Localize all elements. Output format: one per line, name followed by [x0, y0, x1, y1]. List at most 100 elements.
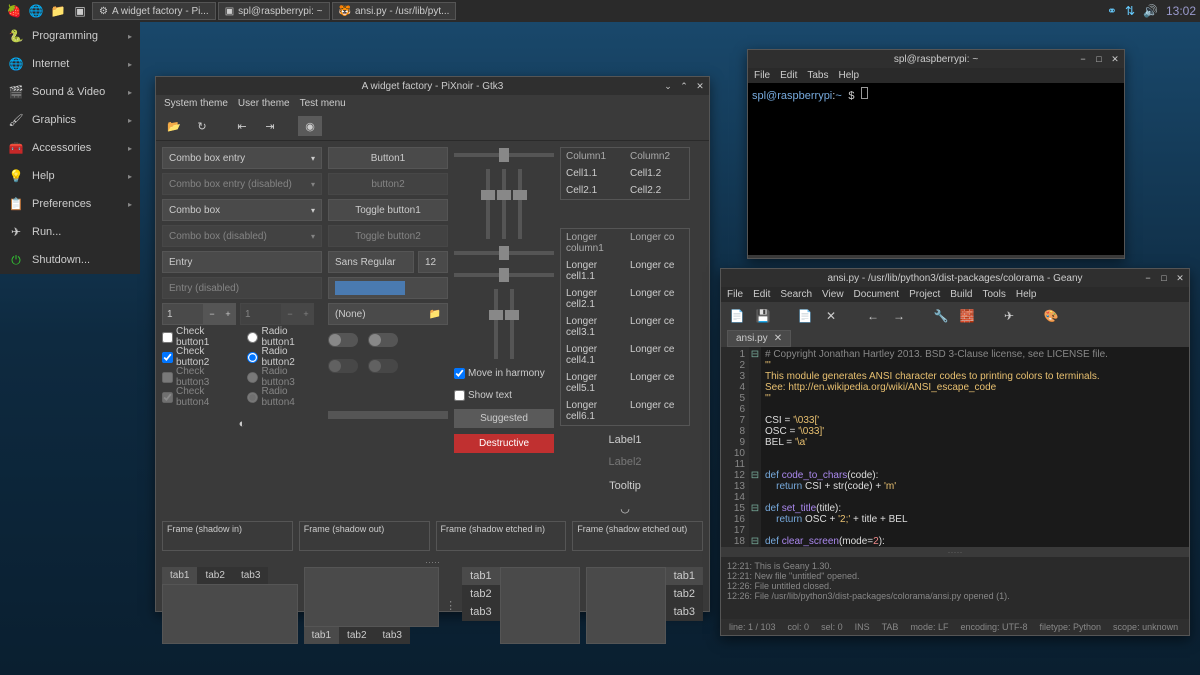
toggle-tool-button[interactable]: ◉ — [298, 116, 322, 136]
first-button[interactable]: ⇤ — [230, 116, 254, 136]
code-content[interactable]: # Copyright Jonathan Hartley 2013. BSD 3… — [761, 347, 1189, 547]
menu-file[interactable]: File — [754, 70, 770, 81]
check-button-2[interactable] — [162, 352, 173, 363]
h-scale-2[interactable] — [454, 273, 554, 277]
browser-launcher-icon[interactable]: 🌐 — [26, 1, 46, 21]
toggle-button-1[interactable]: Toggle button1 — [328, 199, 448, 221]
network-icon[interactable]: ⇅ — [1125, 4, 1135, 18]
tab-2[interactable]: tab2 — [666, 585, 703, 603]
spin-plus[interactable]: + — [220, 303, 236, 325]
menu-file[interactable]: File — [727, 289, 743, 300]
menu-preferences[interactable]: 📋Preferences▸ — [0, 190, 140, 218]
tab-2[interactable]: tab2 — [197, 567, 232, 584]
suggested-button[interactable]: Suggested — [454, 409, 554, 428]
save-icon[interactable]: 💾 — [753, 306, 773, 326]
check-button-1[interactable] — [162, 332, 173, 343]
fold-markers[interactable]: ⊟⊟⊟⊟ — [749, 347, 761, 547]
taskbar-window-geany[interactable]: 🐯ansi.py - /usr/lib/pyt... — [332, 2, 457, 20]
text-entry[interactable]: Entry — [162, 251, 322, 273]
menu-shutdown[interactable]: ⏻Shutdown... — [0, 246, 140, 274]
new-file-icon[interactable]: 📄 — [727, 306, 747, 326]
table-row[interactable]: Longer cell4.1Longer ce — [561, 341, 689, 369]
menu-graphics[interactable]: 🖌Graphics▸ — [0, 106, 140, 134]
table-row[interactable]: Longer cell6.1Longer ce — [561, 397, 689, 425]
maximize-button[interactable]: ⌃ — [677, 79, 691, 93]
font-name[interactable]: Sans Regular — [328, 251, 414, 273]
titlebar[interactable]: A widget factory - PiXnoir - Gtk3 ⌄ ⌃ ✕ — [156, 77, 709, 95]
menu-build[interactable]: Build — [950, 289, 972, 300]
close-tab-icon[interactable]: ✕ — [774, 333, 782, 344]
volume-icon[interactable]: 🔊 — [1143, 4, 1158, 18]
h-scale-top[interactable] — [454, 153, 554, 157]
raspberry-menu-icon[interactable]: 🍓 — [4, 1, 24, 21]
switch-1[interactable] — [328, 333, 358, 347]
menu-project[interactable]: Project — [909, 289, 940, 300]
tab-1[interactable]: tab1 — [304, 627, 339, 644]
switch-2[interactable] — [368, 333, 398, 347]
menu-help[interactable]: 💡Help▸ — [0, 162, 140, 190]
minimize-button[interactable]: ⌄ — [661, 79, 675, 93]
menu-internet[interactable]: 🌐Internet▸ — [0, 50, 140, 78]
menu-edit[interactable]: Edit — [753, 289, 770, 300]
harmony-check[interactable] — [454, 368, 465, 379]
combo-box[interactable]: Combo box — [162, 199, 322, 221]
v-scale-1[interactable] — [486, 169, 490, 239]
terminal-launcher-icon[interactable]: ▣ — [70, 1, 90, 21]
compile-icon[interactable]: 🔧 — [931, 306, 951, 326]
table-row[interactable]: Longer cell1.1Longer ce — [561, 257, 689, 285]
menu-accessories[interactable]: 🧰Accessories▸ — [0, 134, 140, 162]
message-pane[interactable]: 12:21: This is Geany 1.30. 12:21: New fi… — [721, 557, 1189, 627]
spin-minus[interactable]: − — [204, 303, 220, 325]
build-icon[interactable]: 🧱 — [957, 306, 977, 326]
refresh-button[interactable]: ↻ — [190, 116, 214, 136]
taskbar-window-terminal[interactable]: ▣spl@raspberrypi: ~ — [218, 2, 330, 20]
v-scale-5[interactable] — [510, 289, 514, 359]
menu-system-theme[interactable]: System theme — [164, 98, 228, 109]
tab-1[interactable]: tab1 — [162, 567, 197, 584]
minimize-button[interactable]: − — [1076, 52, 1090, 66]
close-button[interactable]: ✕ — [693, 79, 707, 93]
run-icon[interactable]: ✈ — [999, 306, 1019, 326]
titlebar[interactable]: spl@raspberrypi: ~ − □ ✕ — [748, 50, 1124, 68]
menu-tools[interactable]: Tools — [983, 289, 1006, 300]
tab-1[interactable]: tab1 — [666, 567, 703, 585]
menu-document[interactable]: Document — [854, 289, 900, 300]
close-button[interactable]: ✕ — [1108, 52, 1122, 66]
menu-search[interactable]: Search — [780, 289, 812, 300]
titlebar[interactable]: ansi.py - /usr/lib/python3/dist-packages… — [721, 269, 1189, 287]
tab-2[interactable]: tab2 — [462, 585, 499, 603]
terminal-area[interactable]: spl@raspberrypi:~ $ — [748, 83, 1124, 255]
maximize-button[interactable]: □ — [1092, 52, 1106, 66]
v-scale-2[interactable] — [502, 169, 506, 239]
menu-edit[interactable]: Edit — [780, 70, 797, 81]
menu-programming[interactable]: 🐍Programming▸ — [0, 22, 140, 50]
close-button[interactable]: ✕ — [1173, 271, 1187, 285]
h-scale-1[interactable] — [454, 251, 554, 255]
tab-1[interactable]: tab1 — [462, 567, 499, 585]
color-icon[interactable]: 🎨 — [1041, 306, 1061, 326]
open-button[interactable]: 📂 — [162, 116, 186, 136]
table-row[interactable]: Longer cell2.1Longer ce — [561, 285, 689, 313]
minimize-button[interactable]: − — [1141, 271, 1155, 285]
menu-run[interactable]: ✈Run... — [0, 218, 140, 246]
button-1[interactable]: Button1 — [328, 147, 448, 169]
menu-sound-video[interactable]: 🎬Sound & Video▸ — [0, 78, 140, 106]
spin-button-1[interactable]: −+ — [162, 303, 236, 325]
taskbar-window-awf[interactable]: ⚙A widget factory - Pi... — [92, 2, 216, 20]
maximize-button[interactable]: □ — [1157, 271, 1171, 285]
menu-view[interactable]: View — [822, 289, 844, 300]
menu-help[interactable]: Help — [838, 70, 859, 81]
destructive-button[interactable]: Destructive — [454, 434, 554, 453]
forward-icon[interactable]: → — [889, 306, 909, 326]
menu-help[interactable]: Help — [1016, 289, 1037, 300]
tab-3[interactable]: tab3 — [462, 603, 499, 621]
table-row[interactable]: Longer cell3.1Longer ce — [561, 313, 689, 341]
tab-2[interactable]: tab2 — [339, 627, 374, 644]
clock[interactable]: 13:02 — [1166, 4, 1196, 18]
last-button[interactable]: ⇥ — [258, 116, 282, 136]
v-scale-4[interactable] — [494, 289, 498, 359]
tab-3[interactable]: tab3 — [666, 603, 703, 621]
tab-3[interactable]: tab3 — [233, 567, 268, 584]
editor-tab[interactable]: ansi.py✕ — [727, 330, 791, 347]
radio-button-1[interactable] — [247, 332, 258, 343]
